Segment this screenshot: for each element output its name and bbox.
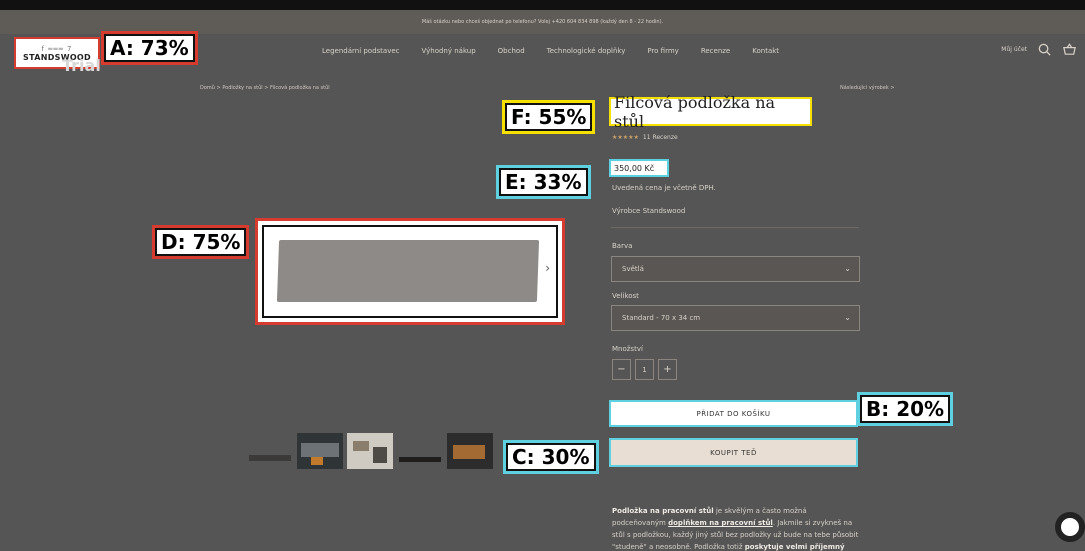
announcement-text: Máš otázku nebo chceš objednat po telefo… <box>421 19 664 25</box>
nav-item-stand[interactable]: Legendární podstavec <box>322 47 400 55</box>
thumbnail-5[interactable] <box>447 433 493 469</box>
thumbnail-4[interactable] <box>397 433 443 469</box>
trial-watermark: Trial <box>62 56 101 75</box>
quantity-stepper: − 1 + <box>612 359 677 380</box>
add-to-cart-button[interactable]: PŘIDAT DO KOŠÍKU <box>609 400 858 427</box>
divider <box>611 227 859 228</box>
thumbnail-2[interactable] <box>297 433 343 469</box>
nav-item-deal[interactable]: Výhodný nákup <box>422 47 476 55</box>
top-bar <box>0 0 1085 10</box>
quantity-plus-button[interactable]: + <box>658 359 677 380</box>
product-title: Filcová podložka na stůl <box>609 93 812 131</box>
rating-stars: ★★★★★ <box>612 134 639 141</box>
thumbnail-1[interactable] <box>247 433 293 469</box>
size-select-value: Standard - 70 x 34 cm <box>622 314 701 322</box>
search-icon[interactable] <box>1037 42 1052 57</box>
chat-widget-button[interactable] <box>1055 512 1085 542</box>
nav-item-shop[interactable]: Obchod <box>498 47 525 55</box>
annotation-label-d: D: 75% <box>151 225 250 259</box>
size-select[interactable]: Standard - 70 x 34 cm ⌄ <box>611 305 860 331</box>
annotation-label-e: E: 33% <box>496 165 591 199</box>
chevron-down-icon: ⌄ <box>844 313 851 322</box>
annotation-label-f: F: 55% <box>501 100 596 134</box>
nav-item-business[interactable]: Pro firmy <box>647 47 678 55</box>
chevron-down-icon: ⌄ <box>844 264 851 273</box>
annotation-label-b: B: 20% <box>856 392 954 426</box>
cart-icon[interactable] <box>1062 42 1077 57</box>
account-link[interactable]: Můj účet <box>1001 46 1027 53</box>
breadcrumb[interactable]: Domů > Podložky na stůl > Filcová podlož… <box>200 85 330 91</box>
product-price: 350,00 Kč <box>609 159 669 177</box>
rating[interactable]: ★★★★★ 11 Recenze <box>612 134 678 141</box>
next-product-link[interactable]: Následující výrobek > <box>840 85 895 91</box>
vat-note: Uvedená cena je včetně DPH. <box>612 184 716 192</box>
nav-item-tech[interactable]: Technologické doplňky <box>547 47 626 55</box>
manufacturer: Výrobce Standswood <box>612 207 686 215</box>
product-description: Podložka na pracovní stůl je skvělým a č… <box>612 505 862 551</box>
color-label: Barva <box>612 242 633 250</box>
nav-item-contact[interactable]: Kontakt <box>752 47 779 55</box>
review-count: 11 Recenze <box>642 134 678 141</box>
announcement-bar: Máš otázku nebo chceš objednat po telefo… <box>0 10 1085 34</box>
header-actions: Můj účet <box>1001 42 1077 57</box>
description-bold-1: Podložka na pracovní stůl <box>612 507 714 515</box>
description-link[interactable]: doplňkem na pracovní stůl <box>668 519 773 527</box>
annotation-label-c: C: 30% <box>503 440 599 474</box>
color-select-value: Světlá <box>622 265 644 273</box>
product-image[interactable]: › <box>262 225 558 318</box>
felt-pad-image <box>276 240 540 302</box>
thumbnail-strip <box>247 433 493 469</box>
color-select[interactable]: Světlá ⌄ <box>611 256 860 282</box>
quantity-minus-button[interactable]: − <box>612 359 631 380</box>
quantity-label: Množství <box>612 345 643 353</box>
chevron-right-icon[interactable]: › <box>545 261 550 275</box>
annotation-label-a: A: 73% <box>101 31 198 65</box>
thumbnail-3[interactable] <box>347 433 393 469</box>
buy-now-button[interactable]: KOUPIT TEĎ <box>609 438 858 467</box>
size-label: Velikost <box>612 292 639 300</box>
nav-item-reviews[interactable]: Recenze <box>701 47 730 55</box>
quantity-input[interactable]: 1 <box>635 359 654 380</box>
logo-mark: f ═══ 7 <box>41 44 73 53</box>
product-image-frame: › <box>255 218 565 325</box>
main-nav: Legendární podstavec Výhodný nákup Obcho… <box>322 47 779 55</box>
